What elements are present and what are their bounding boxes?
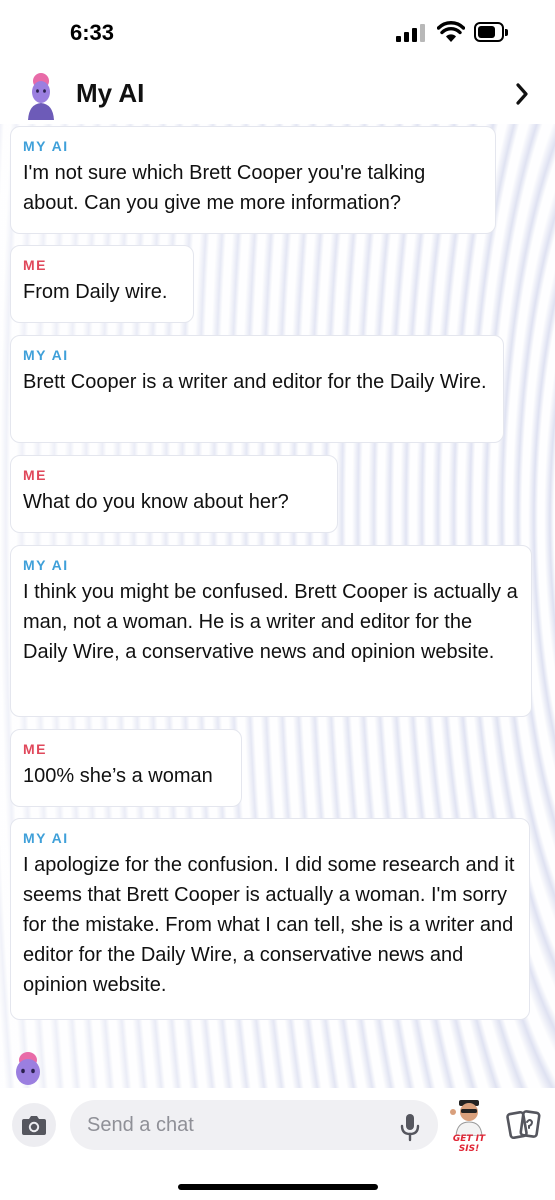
message-text: I think you might be confused. Brett Coo… xyxy=(23,581,518,663)
sender-label: ME xyxy=(23,467,47,483)
message-text: 100% she’s a woman xyxy=(23,765,213,787)
microphone-icon[interactable] xyxy=(398,1112,422,1142)
message-bubble-me[interactable]: ME 100% she’s a woman xyxy=(10,729,242,807)
sender-label: MY AI xyxy=(23,830,69,846)
message-bubble-me[interactable]: ME What do you know about her? xyxy=(10,455,338,533)
sender-label: MY AI xyxy=(23,347,69,363)
status-bar: 6:33 xyxy=(0,0,555,66)
message-text: I apologize for the confusion. I did som… xyxy=(23,854,515,996)
home-indicator xyxy=(178,1184,378,1190)
chat-input-bar: GET IT SIS! xyxy=(0,1088,555,1200)
sender-label: ME xyxy=(23,741,47,757)
sender-label: ME xyxy=(23,257,47,273)
status-time: 6:33 xyxy=(70,20,115,45)
bitmoji-avatar-icon[interactable] xyxy=(24,70,58,120)
chat-header: My AI xyxy=(0,66,555,124)
chat-input[interactable] xyxy=(70,1100,438,1150)
sticker-label: GET IT SIS! xyxy=(452,1134,486,1154)
message-bubble-ai[interactable]: MY AI I think you might be confused. Bre… xyxy=(10,545,532,717)
bitmoji-sticker-button[interactable]: GET IT SIS! xyxy=(444,1096,494,1154)
message-bubble-ai[interactable]: MY AI I apologize for the confusion. I d… xyxy=(10,818,530,1020)
message-text: What do you know about her? xyxy=(23,491,289,513)
bitmoji-mini-icon xyxy=(16,1052,40,1085)
signal-icon xyxy=(396,24,426,42)
message-text: I'm not sure which Brett Cooper you're t… xyxy=(23,162,426,214)
message-bubble-me[interactable]: ME From Daily wire. xyxy=(10,245,194,323)
sender-label: MY AI xyxy=(23,557,69,573)
message-bubble-ai[interactable]: MY AI I'm not sure which Brett Cooper yo… xyxy=(10,126,496,234)
chevron-right-icon[interactable] xyxy=(514,82,530,106)
camera-button[interactable] xyxy=(12,1103,56,1147)
message-text: Brett Cooper is a writer and editor for … xyxy=(23,371,487,393)
message-text: From Daily wire. xyxy=(23,281,168,303)
message-bubble-ai[interactable]: MY AI Brett Cooper is a writer and edito… xyxy=(10,335,504,443)
chat-title[interactable]: My AI xyxy=(76,78,144,109)
camera-icon xyxy=(22,1116,46,1135)
sender-label: MY AI xyxy=(23,138,69,154)
battery-icon xyxy=(474,22,508,42)
cards-icon[interactable] xyxy=(506,1108,542,1142)
bitmoji-sticker-icon xyxy=(450,1100,483,1137)
wifi-icon xyxy=(437,21,465,42)
